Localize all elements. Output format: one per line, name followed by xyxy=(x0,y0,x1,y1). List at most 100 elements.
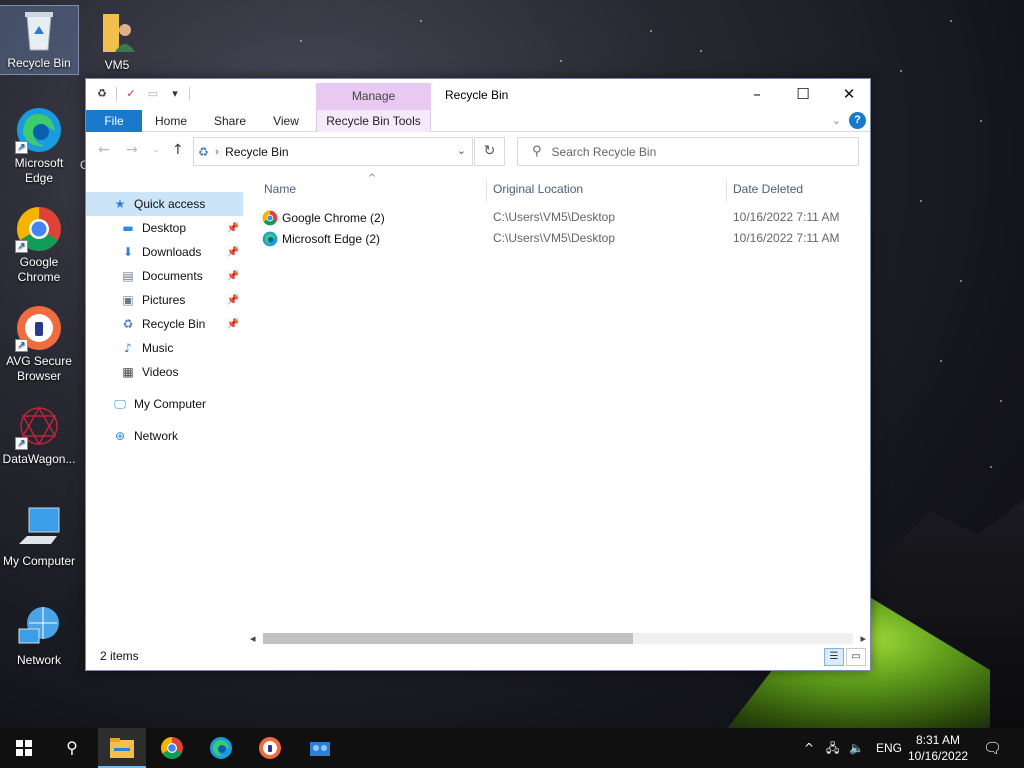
up-button[interactable]: ↑ xyxy=(172,142,184,158)
forward-button[interactable]: → xyxy=(126,142,138,158)
shortcut-arrow-icon: ↗ xyxy=(15,141,28,154)
nav-videos[interactable]: ▦ Videos xyxy=(86,360,243,384)
tab-view[interactable]: View xyxy=(262,110,310,132)
nav-documents[interactable]: ▤ Documents 📌 xyxy=(86,264,243,288)
back-button[interactable]: ← xyxy=(98,142,110,158)
notifications-icon[interactable]: 🗨 xyxy=(983,728,1002,768)
volume-icon[interactable]: 🔈 xyxy=(849,728,864,768)
search-icon[interactable]: ⚲ xyxy=(48,728,96,768)
pin-icon[interactable]: 📌 xyxy=(227,319,239,330)
nav-my-computer[interactable]: 🖵 My Computer xyxy=(86,392,243,416)
nav-desktop[interactable]: ▬ Desktop 📌 xyxy=(86,216,243,240)
desktop-icon-label: Microsoft Edge xyxy=(14,156,64,185)
search-box[interactable]: ⚲ xyxy=(517,137,859,166)
nav-label: My Computer xyxy=(134,397,207,411)
desktop-icon-recycle-bin[interactable]: Recycle Bin xyxy=(0,5,79,75)
column-header-name[interactable]: Name xyxy=(264,179,296,199)
recent-locations-icon[interactable]: ⌄ xyxy=(152,145,160,155)
address-dropdown-icon[interactable]: ⌄ xyxy=(457,144,466,157)
expand-ribbon-icon[interactable]: ⌄ xyxy=(832,114,841,127)
file-explorer-icon xyxy=(110,738,134,758)
navigation-pane: ★ Quick access ▬ Desktop 📌 ⬇ Downloads 📌… xyxy=(86,192,243,642)
avg-browser-icon: ↗ xyxy=(15,304,63,352)
table-row[interactable]: Google Chrome (2) C:\Users\VM5\Desktop 1… xyxy=(262,207,862,228)
computer-icon xyxy=(15,504,63,552)
shortcut-arrow-icon: ↗ xyxy=(15,240,28,253)
nav-label: Downloads xyxy=(142,245,202,259)
minimize-button[interactable]: – xyxy=(734,79,780,110)
date-deleted: 10/16/2022 7:11 AM xyxy=(733,231,840,245)
horizontal-scrollbar[interactable]: ◂ ▸ xyxy=(246,630,870,647)
item-count: 2 items xyxy=(100,649,139,663)
tab-recycle-bin-tools[interactable]: Recycle Bin Tools xyxy=(316,110,431,132)
status-bar: 2 items ☰ ▭ xyxy=(86,646,870,670)
chrome-icon xyxy=(161,737,183,759)
breadcrumb-chevron-icon[interactable]: › xyxy=(215,145,219,158)
nav-quick-access[interactable]: ★ Quick access xyxy=(86,192,243,216)
details-view-icon[interactable]: ☰ xyxy=(824,648,844,666)
nav-music[interactable]: ♪ Music xyxy=(86,336,243,360)
desktop-icon-edge[interactable]: ↗ Microsoft Edge xyxy=(0,106,78,186)
desktop-icon-my-computer[interactable]: My Computer xyxy=(0,504,78,569)
pin-icon[interactable]: 📌 xyxy=(227,223,239,234)
close-button[interactable]: ✕ xyxy=(826,79,872,110)
nav-network[interactable]: ⊕ Network xyxy=(86,424,243,448)
address-bar[interactable]: ♻ › Recycle Bin ⌄ xyxy=(193,137,473,166)
language-indicator[interactable]: ENG xyxy=(876,728,902,768)
table-row[interactable]: Microsoft Edge (2) C:\Users\VM5\Desktop … xyxy=(262,228,862,249)
star-icon: ★ xyxy=(114,197,126,211)
desktop-icon-label: My Computer xyxy=(2,554,76,568)
nav-recycle-bin[interactable]: ♻ Recycle Bin 📌 xyxy=(86,312,243,336)
network-status-icon[interactable]: 🖧 xyxy=(826,728,839,768)
documents-icon: ▤ xyxy=(122,269,134,283)
taskbar-chrome[interactable] xyxy=(148,728,196,768)
scroll-right-icon[interactable]: ▸ xyxy=(860,630,866,647)
refresh-button[interactable]: ↻ xyxy=(474,137,505,166)
properties-icon[interactable]: ✓ xyxy=(123,86,139,102)
nav-label: Recycle Bin xyxy=(142,317,206,331)
edge-icon xyxy=(262,231,278,247)
column-header-date-deleted[interactable]: Date Deleted xyxy=(733,179,803,199)
desktop-icon-vm5[interactable]: VM5 xyxy=(78,8,156,73)
nav-downloads[interactable]: ⬇ Downloads 📌 xyxy=(86,240,243,264)
desktop-icon-avg[interactable]: ↗ AVG Secure Browser xyxy=(0,304,78,384)
desktop-icon-network[interactable]: Network xyxy=(0,603,78,668)
manage-contextual-tab[interactable]: Manage xyxy=(316,83,431,110)
chrome-icon: ↗ xyxy=(15,205,63,253)
tab-share[interactable]: Share xyxy=(206,110,254,132)
show-hidden-icons-icon[interactable]: ^ xyxy=(804,728,814,768)
tab-home[interactable]: Home xyxy=(146,110,196,132)
large-icons-view-icon[interactable]: ▭ xyxy=(846,648,866,666)
taskbar-avg[interactable] xyxy=(246,728,294,768)
desktop-icon-datawagon[interactable]: ↗ DataWagon... xyxy=(0,402,78,467)
chrome-icon xyxy=(262,210,278,226)
taskbar-datawagon[interactable] xyxy=(296,728,344,768)
date-deleted: 10/16/2022 7:11 AM xyxy=(733,210,840,224)
scrollbar-thumb[interactable] xyxy=(263,633,633,644)
network-icon: ⊕ xyxy=(114,429,126,443)
search-icon: ⚲ xyxy=(532,144,542,159)
scroll-left-icon[interactable]: ◂ xyxy=(250,630,256,647)
new-folder-icon[interactable]: ▭ xyxy=(145,86,161,102)
shortcut-arrow-icon: ↗ xyxy=(15,437,28,450)
pin-icon[interactable]: 📌 xyxy=(227,295,239,306)
customize-qat-icon[interactable]: ▾ xyxy=(167,86,183,102)
tab-file[interactable]: File xyxy=(86,110,142,132)
clock-date: 10/16/2022 xyxy=(908,749,969,763)
breadcrumb-recycle-bin[interactable]: Recycle Bin xyxy=(225,145,288,159)
desktop-icon: ▬ xyxy=(122,221,134,235)
clock[interactable]: 8:31 AM 10/16/2022 xyxy=(908,732,968,764)
computer-icon: 🖵 xyxy=(114,397,126,411)
maximize-button[interactable]: ☐ xyxy=(780,79,826,110)
pin-icon[interactable]: 📌 xyxy=(227,271,239,282)
column-header-original-location[interactable]: Original Location xyxy=(493,179,583,199)
search-input[interactable] xyxy=(551,144,832,159)
desktop-icon-chrome[interactable]: ↗ Google Chrome xyxy=(0,205,78,285)
sort-ascending-icon: ^ xyxy=(368,173,377,184)
nav-pictures[interactable]: ▣ Pictures 📌 xyxy=(86,288,243,312)
taskbar-edge[interactable] xyxy=(197,728,245,768)
taskbar-file-explorer[interactable] xyxy=(98,728,146,768)
pin-icon[interactable]: 📌 xyxy=(227,247,239,258)
start-button[interactable] xyxy=(0,728,48,768)
help-button[interactable]: ? xyxy=(849,112,866,129)
